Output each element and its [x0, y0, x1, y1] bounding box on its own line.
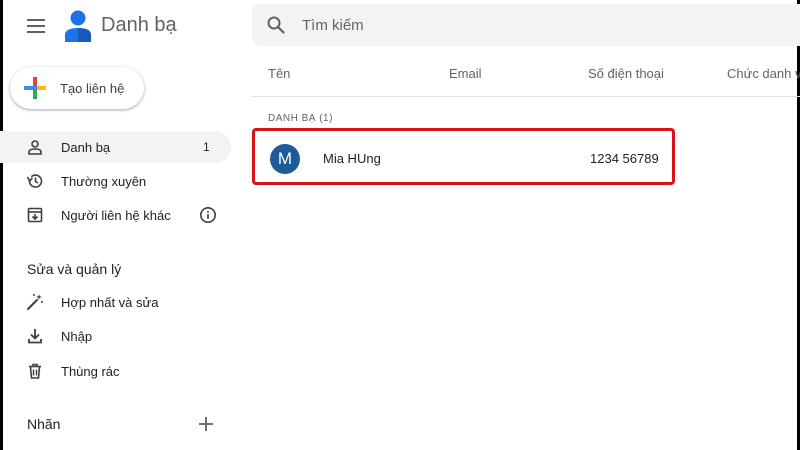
labels-section-title: Nhãn [27, 416, 61, 432]
contacts-group-label: DANH BẠ (1) [268, 113, 333, 124]
avatar[interactable]: M [270, 144, 300, 174]
header-divider [252, 96, 800, 97]
sidebar-item-other-contacts[interactable]: Người liên hệ khác [0, 199, 231, 231]
magic-wand-icon [26, 293, 44, 311]
sidebar-item-label: Thùng rác [61, 363, 120, 379]
contacts-logo-icon [65, 10, 91, 42]
sidebar-item-label: Người liên hệ khác [61, 207, 171, 223]
info-icon[interactable] [199, 206, 217, 224]
colorful-plus-icon [24, 77, 46, 99]
archive-download-icon [26, 206, 44, 224]
search-icon[interactable] [266, 15, 286, 35]
create-contact-label: Tạo liên hệ [60, 80, 125, 96]
column-header-email[interactable]: Email [449, 66, 482, 81]
app-title: Danh bạ [101, 14, 177, 36]
manage-section-title: Sửa và quản lý [27, 261, 122, 277]
column-header-phone[interactable]: Số điện thoại [588, 66, 664, 81]
contact-phone: 1234 56789 [590, 151, 659, 166]
sidebar-item-contacts[interactable]: Danh bạ 1 [0, 131, 231, 163]
add-label-icon[interactable] [197, 415, 215, 433]
history-icon [26, 172, 44, 190]
main-menu-button[interactable] [24, 14, 48, 38]
sidebar-item-label: Nhập [61, 328, 93, 344]
sidebar-item-label: Thường xuyên [61, 173, 147, 189]
create-contact-button[interactable]: Tạo liên hệ [10, 67, 144, 109]
search-bar[interactable] [252, 4, 800, 46]
column-header-job-title[interactable]: Chức danh và [727, 66, 800, 81]
hamburger-menu-icon [27, 19, 45, 33]
trash-icon [26, 362, 44, 380]
sidebar-item-label: Hợp nhất và sửa [61, 294, 159, 310]
search-input[interactable] [302, 16, 702, 34]
contacts-count: 1 [203, 140, 210, 154]
column-header-name[interactable]: Tên [268, 66, 290, 81]
download-icon [26, 327, 44, 345]
contact-name: Mia HUng [323, 151, 381, 166]
sidebar-item-label: Danh bạ [61, 139, 111, 155]
person-icon [26, 138, 44, 156]
table-row[interactable]: M Mia HUng 1234 56789 [252, 128, 675, 185]
